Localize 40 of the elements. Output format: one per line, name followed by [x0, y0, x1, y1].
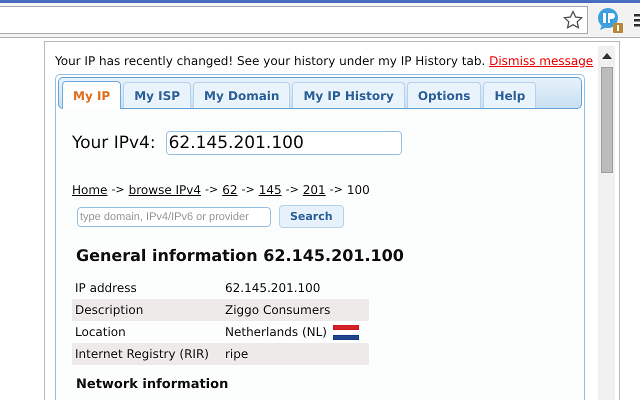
tab[interactable]: My ISP: [123, 82, 192, 108]
scrollbar-thumb[interactable]: [600, 67, 612, 173]
ip-extension-icon[interactable]: [596, 6, 624, 34]
tab[interactable]: My IP: [62, 81, 122, 109]
row-label: Internet Registry (RIR): [75, 347, 210, 361]
breadcrumb-separator: ->: [330, 183, 343, 197]
menu-icon[interactable]: [634, 13, 640, 27]
star-icon[interactable]: [563, 10, 583, 30]
ip-field[interactable]: 62.145.201.100: [166, 131, 402, 155]
notice-message: Your IP has recently changed! See your history under my IP History tab. Dismiss message: [55, 54, 594, 68]
scrollbar[interactable]: [598, 46, 615, 400]
breadcrumb-separator: ->: [205, 183, 218, 197]
row-value: Netherlands (NL): [225, 325, 327, 339]
search-field[interactable]: type domain, IPv4/IPv6 or provider: [77, 206, 271, 226]
breadcrumb-link[interactable]: 201: [302, 183, 326, 197]
breadcrumb-link[interactable]: browse IPv4: [128, 183, 202, 197]
row-label: Location: [75, 325, 127, 339]
section-heading: Network information: [76, 377, 230, 392]
tab[interactable]: Help: [483, 82, 536, 108]
tab[interactable]: Options: [406, 82, 482, 108]
ip-label: Your IPv4:: [72, 133, 156, 153]
dismiss-link[interactable]: Dismiss message: [489, 54, 594, 68]
scroll-up-icon[interactable]: [602, 53, 612, 59]
flag-icon: [333, 324, 359, 340]
section-heading: General information 62.145.201.100: [76, 246, 405, 265]
breadcrumb-link[interactable]: Home: [72, 183, 108, 197]
breadcrumb-current: 100: [346, 183, 370, 197]
row-value: ripe: [225, 347, 248, 361]
breadcrumb-link[interactable]: 145: [258, 183, 282, 197]
row-value: Ziggo Consumers: [225, 303, 330, 317]
breadcrumb-separator: ->: [286, 183, 299, 197]
breadcrumb-separator: ->: [111, 183, 125, 197]
breadcrumb-separator: ->: [242, 183, 255, 197]
tab[interactable]: My Domain: [193, 82, 290, 108]
row-label: IP address: [75, 281, 138, 295]
breadcrumb-link[interactable]: 62: [222, 183, 238, 197]
search-button[interactable]: Search: [279, 205, 344, 228]
row-value: 62.145.201.100: [225, 281, 320, 295]
tab[interactable]: My IP History: [292, 82, 405, 108]
row-label: Description: [75, 303, 144, 317]
